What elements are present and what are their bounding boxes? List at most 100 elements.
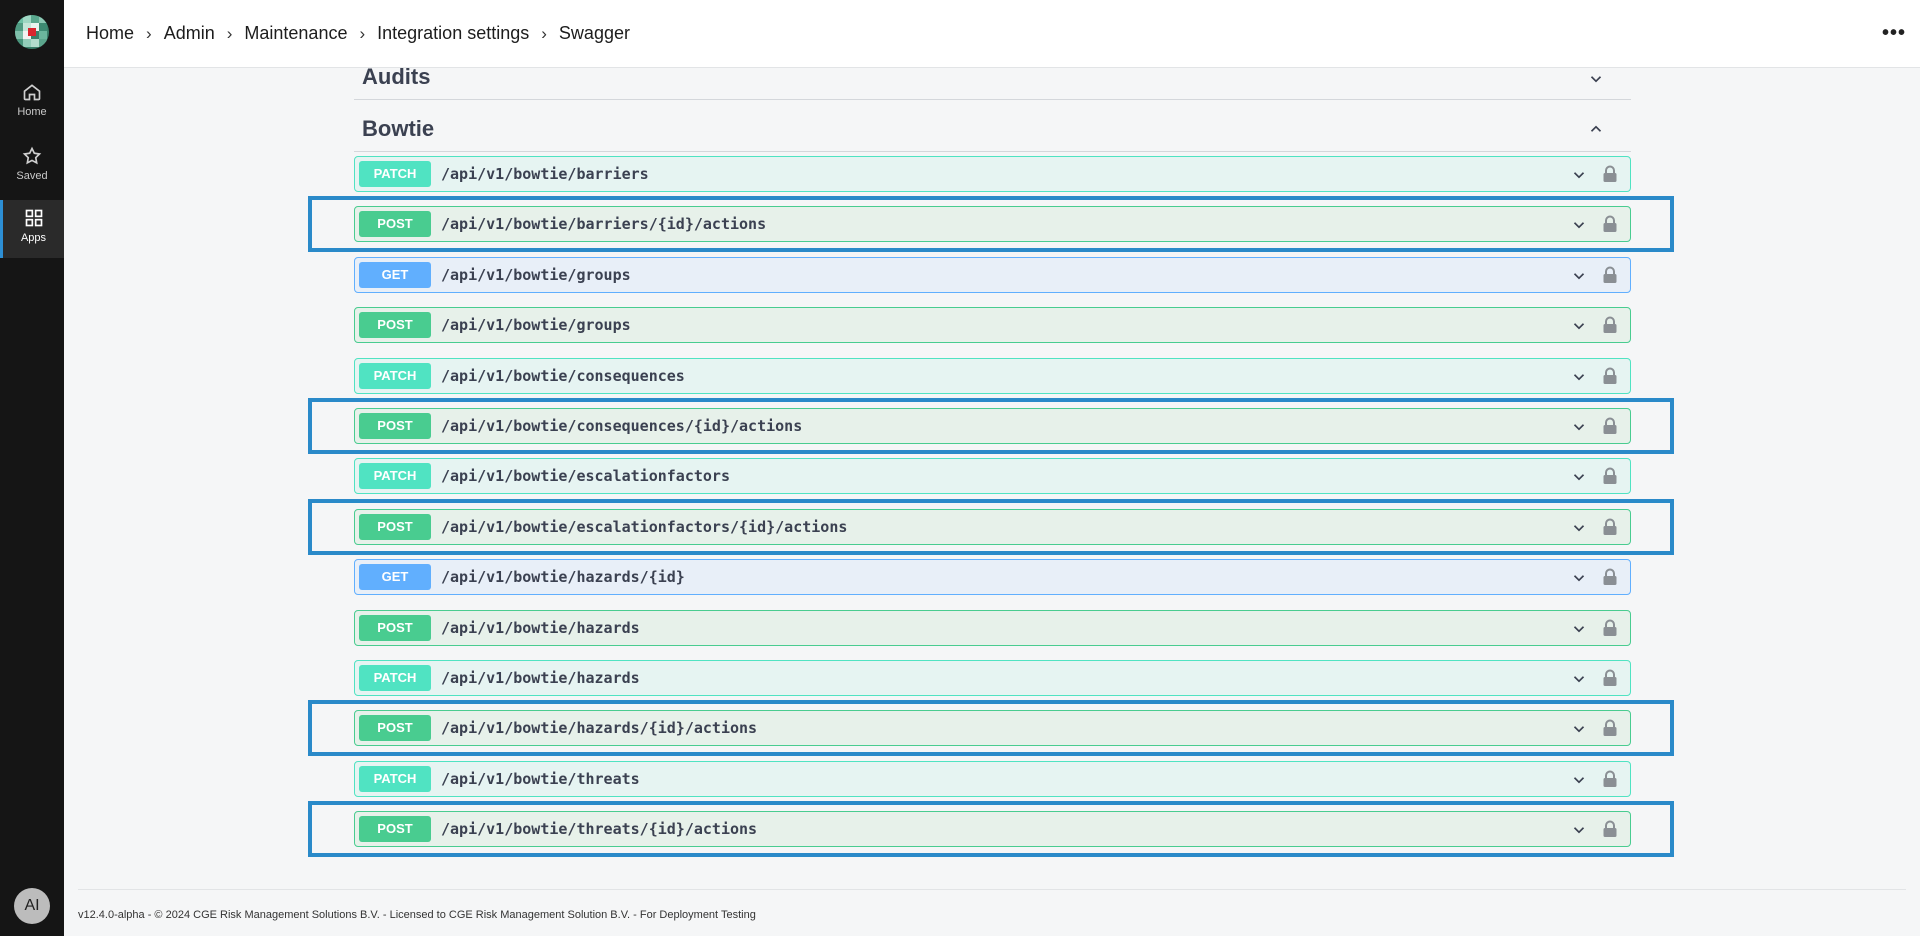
method-badge: PATCH: [359, 161, 431, 187]
lock-icon[interactable]: [1602, 568, 1618, 586]
method-badge: POST: [359, 715, 431, 741]
app-logo[interactable]: [15, 15, 49, 49]
method-badge: POST: [359, 312, 431, 338]
method-badge: POST: [359, 413, 431, 439]
breadcrumb-swagger: Swagger: [558, 23, 630, 43]
chevron-down-icon[interactable]: [1570, 620, 1588, 638]
lock-icon[interactable]: [1602, 669, 1618, 687]
chevron-down-icon[interactable]: [1570, 317, 1588, 335]
chevron-down-icon[interactable]: [1570, 418, 1588, 436]
operation-row[interactable]: PATCH/api/v1/bowtie/hazards: [354, 660, 1631, 696]
operation-row[interactable]: PATCH/api/v1/bowtie/escalationfactors: [354, 458, 1631, 494]
operation-row[interactable]: POST/api/v1/bowtie/groups: [354, 307, 1631, 343]
lock-icon[interactable]: [1602, 770, 1618, 788]
operation-path: /api/v1/bowtie/barriers/{id}/actions: [441, 215, 767, 233]
lock-icon[interactable]: [1602, 215, 1618, 233]
breadcrumb-maintenance[interactable]: Maintenance: [244, 23, 347, 44]
chevron-down-icon[interactable]: [1570, 771, 1588, 789]
section-bowtie[interactable]: Bowtie: [354, 108, 1631, 152]
operation-row[interactable]: POST/api/v1/bowtie/hazards: [354, 610, 1631, 646]
operation-path: /api/v1/bowtie/escalationfactors/{id}/ac…: [441, 518, 848, 536]
section-title: Bowtie: [362, 116, 435, 141]
chevron-down-icon[interactable]: [1570, 166, 1588, 184]
operation-row[interactable]: GET/api/v1/bowtie/groups: [354, 257, 1631, 293]
operation-path: /api/v1/bowtie/consequences: [441, 367, 685, 385]
chevron-down-icon[interactable]: [1570, 216, 1588, 234]
chevron-up-icon[interactable]: [1587, 120, 1605, 138]
operation-row[interactable]: GET/api/v1/bowtie/hazards/{id}: [354, 559, 1631, 595]
sidebar-item-label: Saved: [16, 170, 48, 182]
operation-path: /api/v1/bowtie/groups: [441, 266, 631, 284]
operation-path: /api/v1/bowtie/hazards/{id}/actions: [441, 719, 758, 737]
lock-icon[interactable]: [1602, 518, 1618, 536]
operation-row[interactable]: POST/api/v1/bowtie/threats/{id}/actions: [354, 811, 1631, 847]
operation-row[interactable]: POST/api/v1/bowtie/barriers/{id}/actions: [354, 206, 1631, 242]
operation-path: /api/v1/bowtie/escalationfactors: [441, 467, 730, 485]
footer-divider: [78, 889, 1906, 890]
method-badge: PATCH: [359, 363, 431, 389]
method-badge: POST: [359, 816, 431, 842]
chevron-down-icon[interactable]: [1570, 519, 1588, 537]
more-options-icon[interactable]: •••: [1882, 22, 1906, 45]
method-badge: PATCH: [359, 766, 431, 792]
operation-path: /api/v1/bowtie/consequences/{id}/actions: [441, 417, 803, 435]
operation-row[interactable]: PATCH/api/v1/bowtie/consequences: [354, 358, 1631, 394]
breadcrumb: Home › Admin › Maintenance › Integration…: [86, 23, 630, 44]
lock-icon[interactable]: [1602, 266, 1618, 284]
operation-row[interactable]: PATCH/api/v1/bowtie/barriers: [354, 156, 1631, 192]
operation-path: /api/v1/bowtie/groups: [441, 316, 631, 334]
lock-icon[interactable]: [1602, 165, 1618, 183]
sidebar-item-saved[interactable]: Saved: [0, 138, 64, 192]
lock-icon[interactable]: [1602, 417, 1618, 435]
method-badge: GET: [359, 564, 431, 590]
home-icon: [23, 84, 41, 101]
section-title: Audits: [362, 64, 431, 89]
lock-icon[interactable]: [1602, 316, 1618, 334]
lock-icon[interactable]: [1602, 367, 1618, 385]
lock-icon[interactable]: [1602, 619, 1618, 637]
chevron-down-icon[interactable]: [1570, 267, 1588, 285]
operation-row[interactable]: PATCH/api/v1/bowtie/threats: [354, 761, 1631, 797]
breadcrumb-home[interactable]: Home: [86, 23, 134, 44]
sidebar: Home Saved Apps AI: [0, 0, 64, 936]
lock-icon[interactable]: [1602, 467, 1618, 485]
operation-row[interactable]: POST/api/v1/bowtie/consequences/{id}/act…: [354, 408, 1631, 444]
chevron-right-icon: ›: [146, 23, 152, 43]
chevron-down-icon[interactable]: [1570, 368, 1588, 386]
method-badge: POST: [359, 211, 431, 237]
operation-path: /api/v1/bowtie/hazards/{id}: [441, 568, 685, 586]
chevron-right-icon: ›: [359, 23, 366, 43]
breadcrumb-admin[interactable]: Admin: [164, 23, 215, 44]
chevron-down-icon[interactable]: [1587, 70, 1605, 88]
operation-row[interactable]: POST/api/v1/bowtie/hazards/{id}/actions: [354, 710, 1631, 746]
method-badge: PATCH: [359, 463, 431, 489]
method-badge: PATCH: [359, 665, 431, 691]
method-badge: POST: [359, 514, 431, 540]
breadcrumb-integration-settings[interactable]: Integration settings: [377, 23, 529, 44]
method-badge: GET: [359, 262, 431, 288]
footer: v12.4.0-alpha - © 2024 CGE Risk Manageme…: [78, 909, 756, 921]
section-audits[interactable]: Audits: [354, 64, 1631, 100]
sidebar-item-label: Home: [17, 106, 47, 118]
chevron-down-icon[interactable]: [1570, 468, 1588, 486]
operation-path: /api/v1/bowtie/hazards: [441, 619, 640, 637]
operation-path: /api/v1/bowtie/threats/{id}/actions: [441, 820, 758, 838]
chevron-down-icon[interactable]: [1570, 569, 1588, 587]
header: Home › Admin › Maintenance › Integration…: [64, 0, 1920, 68]
lock-icon[interactable]: [1602, 820, 1618, 838]
chevron-down-icon[interactable]: [1570, 670, 1588, 688]
star-icon: [22, 146, 42, 165]
method-badge: POST: [359, 615, 431, 641]
operation-path: /api/v1/bowtie/threats: [441, 770, 640, 788]
sidebar-item-apps[interactable]: Apps: [0, 200, 64, 258]
sidebar-item-home[interactable]: Home: [0, 74, 64, 128]
chevron-down-icon[interactable]: [1570, 821, 1588, 839]
operation-path: /api/v1/bowtie/hazards: [441, 669, 640, 687]
chevron-right-icon: ›: [226, 23, 233, 43]
avatar[interactable]: AI: [14, 888, 50, 924]
chevron-down-icon[interactable]: [1570, 720, 1588, 738]
operation-path: /api/v1/bowtie/barriers: [441, 165, 649, 183]
lock-icon[interactable]: [1602, 719, 1618, 737]
apps-icon: [25, 209, 42, 227]
operation-row[interactable]: POST/api/v1/bowtie/escalationfactors/{id…: [354, 509, 1631, 545]
